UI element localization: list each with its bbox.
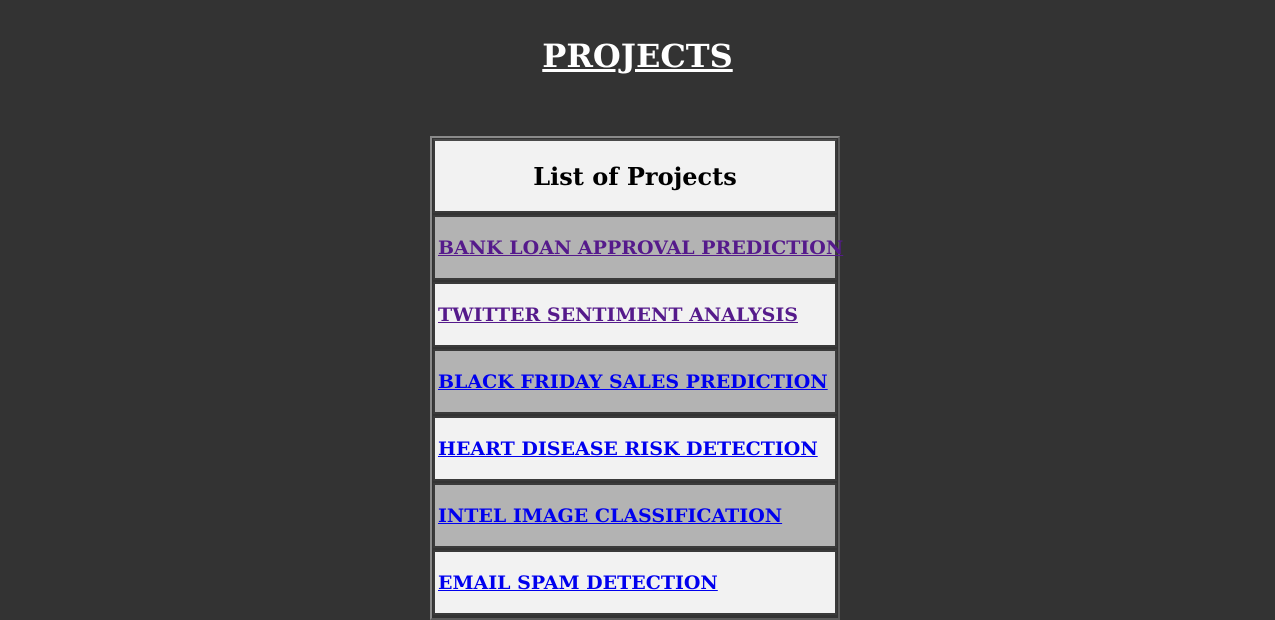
project-link-black-friday[interactable]: BLACK FRIDAY SALES PREDICTION xyxy=(438,371,828,393)
table-row: INTEL IMAGE CLASSIFICATION xyxy=(433,483,837,548)
project-link-heart-disease[interactable]: HEART DISEASE RISK DETECTION xyxy=(438,438,818,460)
project-link-bank-loan[interactable]: BANK LOAN APPROVAL PREDICTION xyxy=(438,237,843,259)
project-link-intel-image[interactable]: INTEL IMAGE CLASSIFICATION xyxy=(438,505,782,527)
table-row: EMAIL SPAM DETECTION xyxy=(433,550,837,615)
table-header-label: List of Projects xyxy=(533,161,737,191)
table-row: HEART DISEASE RISK DETECTION xyxy=(433,416,837,481)
project-link-twitter-sentiment[interactable]: TWITTER SENTIMENT ANALYSIS xyxy=(438,304,798,326)
table-row: BLACK FRIDAY SALES PREDICTION xyxy=(433,349,837,414)
table-row: TWITTER SENTIMENT ANALYSIS xyxy=(433,282,837,347)
projects-table: List of Projects BANK LOAN APPROVAL PRED… xyxy=(430,136,843,620)
table-row: BANK LOAN APPROVAL PREDICTION xyxy=(433,215,843,280)
table-header: List of Projects xyxy=(433,139,837,213)
project-link-email-spam[interactable]: EMAIL SPAM DETECTION xyxy=(438,572,718,594)
page-title: PROJECTS xyxy=(542,37,733,75)
